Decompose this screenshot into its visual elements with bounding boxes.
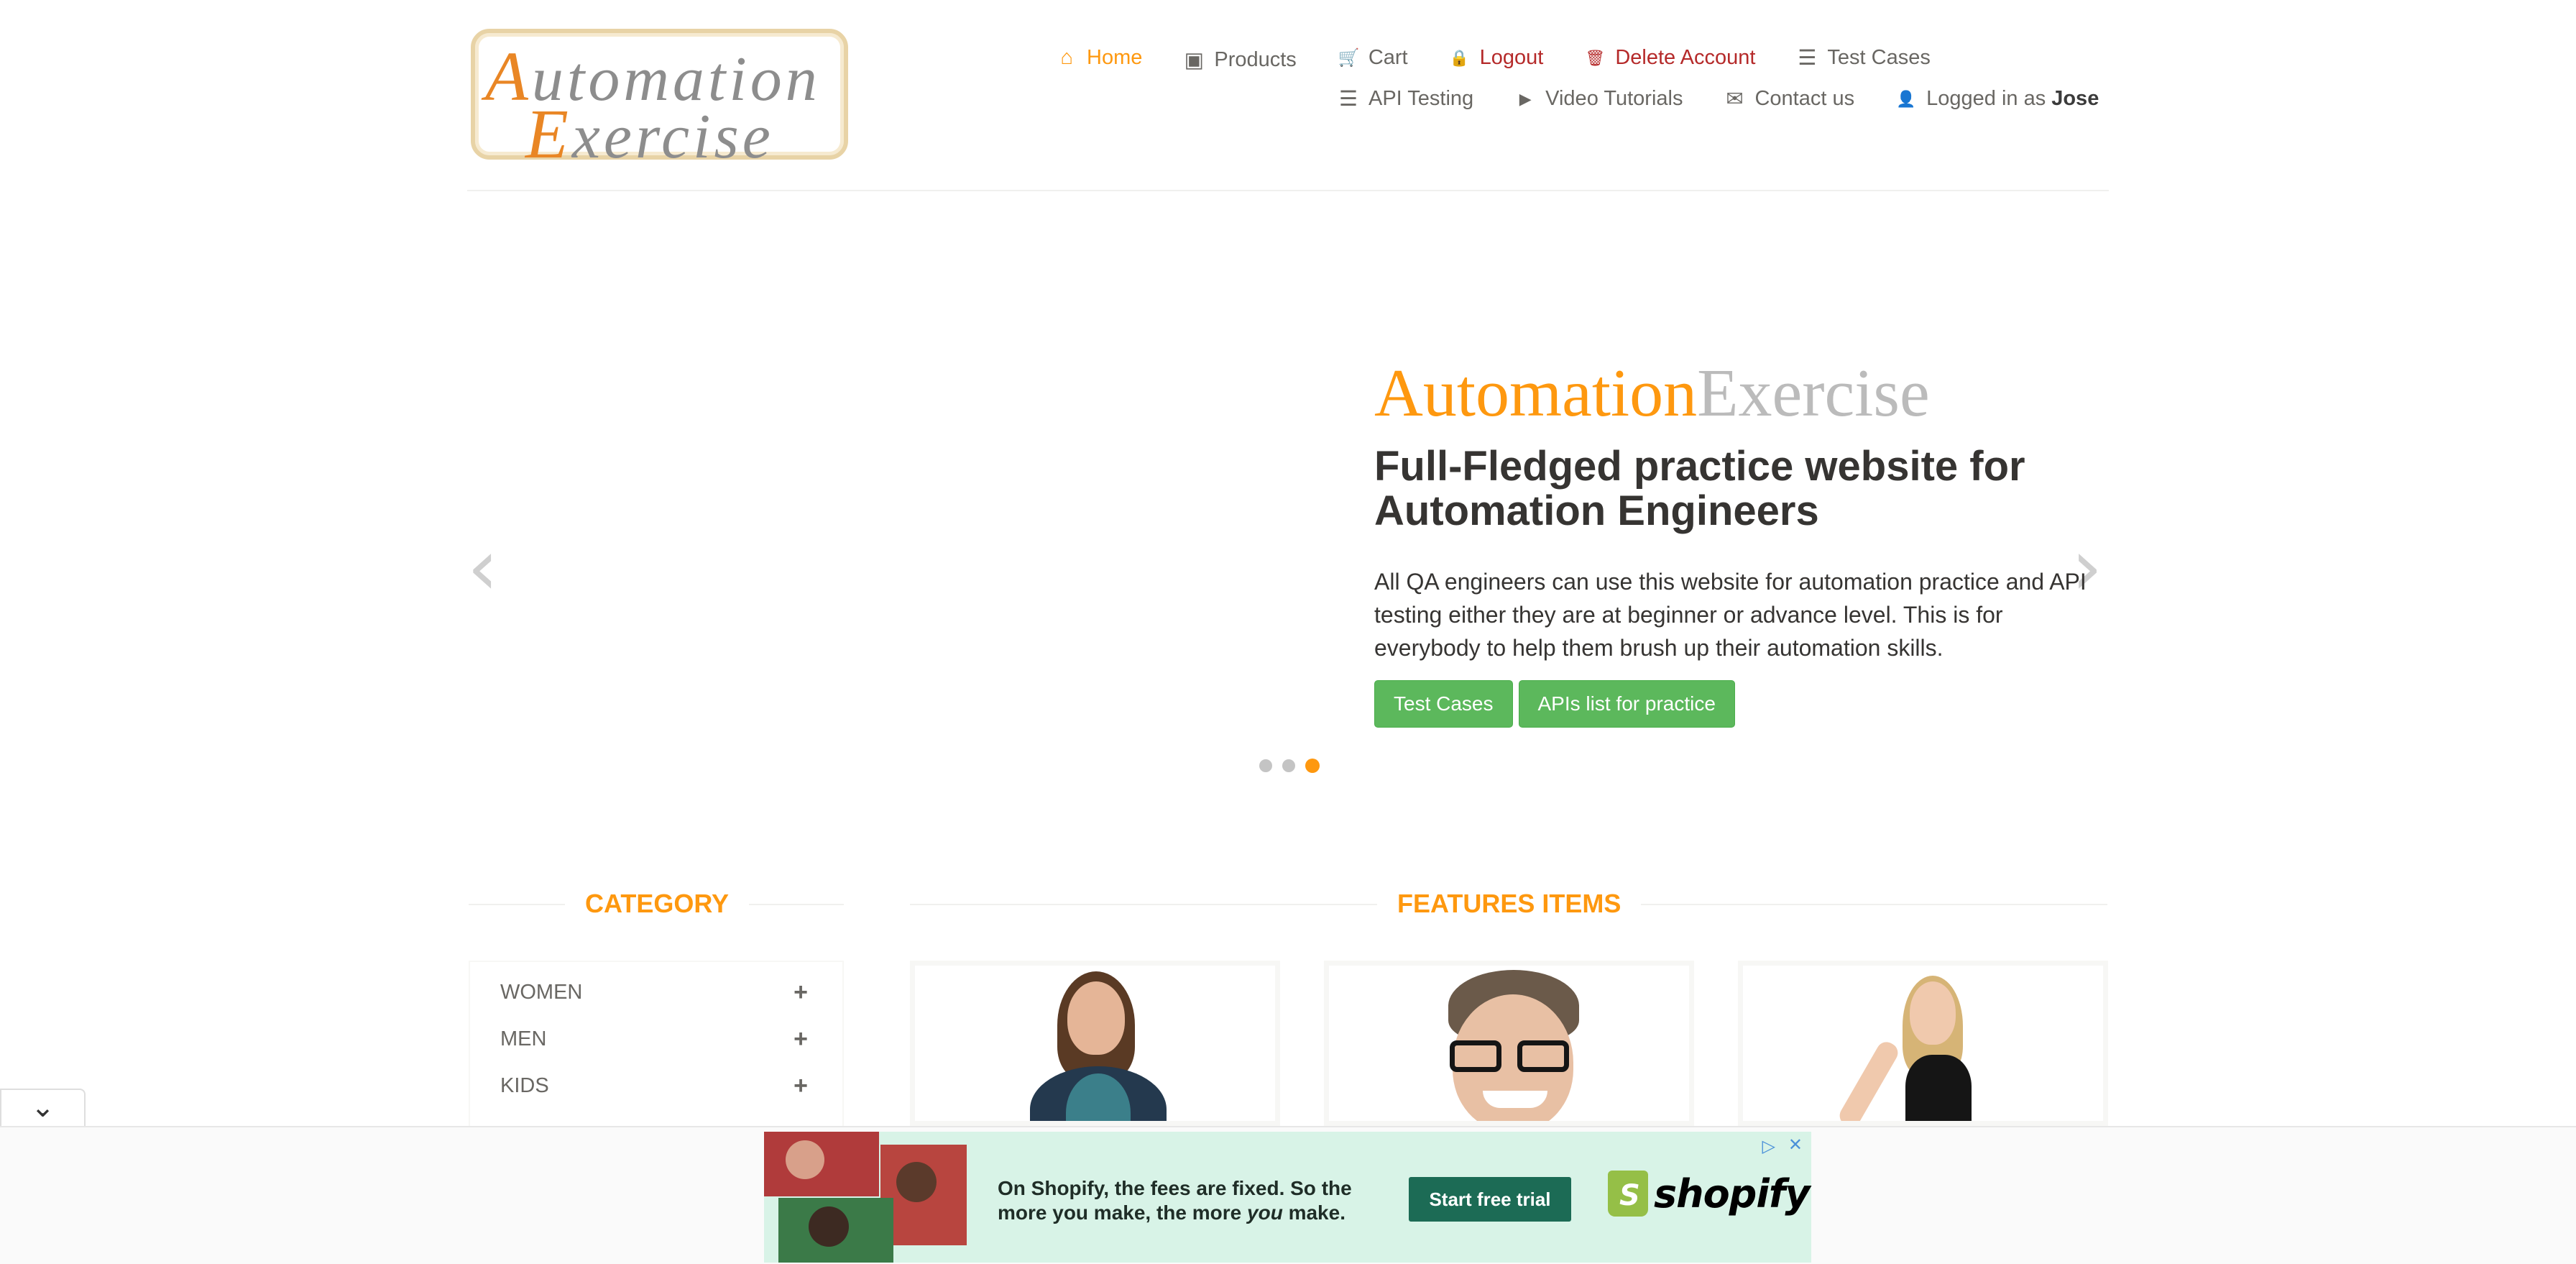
cart-icon: 🛒 <box>1338 48 1360 68</box>
nav-logged-in: 👤 Logged in as Jose <box>1896 87 2099 111</box>
slider-brand-part2: Exercise <box>1697 356 1930 431</box>
slider-headline: Full-Fledged practice website for Automa… <box>1374 443 2025 534</box>
nav-delete-account-label: Delete Account <box>1615 46 1756 69</box>
envelope-icon: ✉ <box>1726 88 1744 111</box>
slider-brand: AutomationExercise <box>1374 359 1930 427</box>
user-icon: 👤 <box>1896 89 1916 108</box>
product-card-2[interactable] <box>1324 961 1694 1126</box>
close-icon[interactable]: ✕ <box>1788 1135 1803 1155</box>
ad-copy-line1: On Shopify, the fees are fixed. So the <box>998 1177 1352 1199</box>
ad-copy-line2: more you make, the more you make. <box>998 1201 1346 1224</box>
nav-contact-us-label: Contact us <box>1754 87 1855 110</box>
nav-home-label: Home <box>1087 46 1143 69</box>
slider-indicator-1[interactable] <box>1259 759 1272 772</box>
category-item-label: KIDS <box>500 1073 549 1097</box>
features-title: FEATURES ITEMS <box>1377 889 1642 919</box>
main-nav-row-2: ☰ API Testing ▶ Video Tutorials ✉ Contac… <box>1338 86 2099 111</box>
list-icon: ☰ <box>1339 88 1358 111</box>
chevron-down-icon: ⌄ <box>30 1091 55 1124</box>
nav-products[interactable]: ▣ Products <box>1184 47 1297 73</box>
nav-logout[interactable]: 🔒 Logout <box>1449 46 1544 70</box>
slider-indicators <box>1259 759 1320 773</box>
shopping-bag-icon: S <box>1608 1171 1648 1217</box>
product-image <box>1329 966 1689 1121</box>
slider-description: All QA engineers can use this website fo… <box>1374 569 2087 661</box>
nav-test-cases-label: Test Cases <box>1827 46 1931 69</box>
nav-test-cases[interactable]: ☰ Test Cases <box>1797 45 1930 70</box>
list-icon: ☰ <box>1798 47 1817 70</box>
logged-in-username: Jose <box>2051 87 2099 110</box>
logged-in-label: Logged in as <box>1926 87 2046 110</box>
logo-line2-cap: E <box>525 96 572 173</box>
category-item-kids[interactable]: KIDS + <box>500 1071 808 1100</box>
home-icon: ⌂ <box>1060 46 1073 69</box>
ad-image-collage <box>764 1132 967 1263</box>
logo-line2-rest: xercise <box>571 102 774 172</box>
nav-cart-label: Cart <box>1368 46 1408 69</box>
nav-api-testing[interactable]: ☰ API Testing <box>1338 86 1473 111</box>
slider-brand-part1: Automation <box>1374 356 1698 431</box>
product-image <box>1743 966 2103 1121</box>
slider-buttons: Test Cases APIs list for practice <box>1374 680 1735 728</box>
plus-icon[interactable]: + <box>794 1025 808 1053</box>
ad-collapse-button[interactable]: ⌄ <box>0 1089 86 1129</box>
nav-cart[interactable]: 🛒 Cart <box>1338 46 1408 70</box>
nav-video-tutorials-label: Video Tutorials <box>1545 87 1683 110</box>
nav-api-testing-label: API Testing <box>1368 87 1474 110</box>
main-nav-row-1: ⌂ Home ▣ Products 🛒 Cart 🔒 Logout 🗑 Dele… <box>1057 43 1931 73</box>
category-item-men[interactable]: MEN + <box>500 1025 808 1053</box>
slider-indicator-3[interactable] <box>1305 759 1320 773</box>
adchoices-icon[interactable]: ▷ <box>1762 1136 1775 1157</box>
plus-icon[interactable]: + <box>794 979 808 1007</box>
nav-home[interactable]: ⌂ Home <box>1057 46 1142 70</box>
category-title: CATEGORY <box>565 889 750 919</box>
site-logo[interactable]: Automation Exercise <box>471 29 848 170</box>
shopify-wordmark: shopify <box>1654 1171 1811 1217</box>
apis-list-button[interactable]: APIs list for practice <box>1518 680 1735 728</box>
shopify-logo[interactable]: S shopify <box>1608 1171 1811 1217</box>
briefcase-icon: ▣ <box>1184 49 1205 72</box>
nav-delete-account[interactable]: 🗑 Delete Account <box>1585 46 1755 70</box>
slider-prev-arrow[interactable]: ‹ <box>467 529 498 607</box>
lock-icon: 🔒 <box>1449 48 1470 67</box>
nav-products-label: Products <box>1214 48 1297 71</box>
header-divider <box>467 190 2109 191</box>
ad-copy: On Shopify, the fees are fixed. So the m… <box>998 1176 1352 1225</box>
category-item-label: MEN <box>500 1027 547 1050</box>
category-item-women[interactable]: WOMEN + <box>500 978 808 1007</box>
slider-indicator-2[interactable] <box>1282 759 1295 772</box>
nav-video-tutorials[interactable]: ▶ Video Tutorials <box>1515 87 1683 111</box>
nav-logout-label: Logout <box>1479 46 1544 69</box>
start-free-trial-button[interactable]: Start free trial <box>1409 1177 1571 1222</box>
trash-icon: 🗑 <box>1585 48 1606 67</box>
youtube-play-icon: ▶ <box>1519 89 1532 108</box>
plus-icon[interactable]: + <box>794 1072 808 1100</box>
test-cases-button[interactable]: Test Cases <box>1374 680 1513 728</box>
nav-contact-us[interactable]: ✉ Contact us <box>1724 86 1854 111</box>
product-card-1[interactable] <box>910 961 1280 1126</box>
category-item-label: WOMEN <box>500 980 583 1004</box>
product-card-3[interactable] <box>1738 961 2108 1126</box>
product-image <box>915 966 1275 1121</box>
